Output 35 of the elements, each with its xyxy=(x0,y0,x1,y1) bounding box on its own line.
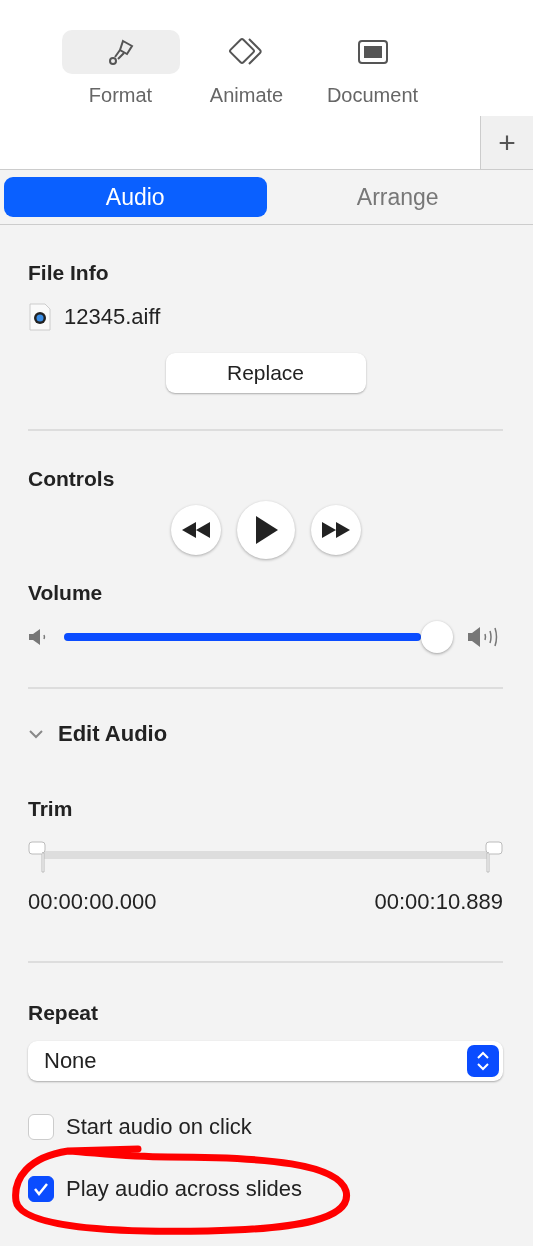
section-heading: Volume xyxy=(28,581,104,605)
section-heading: Controls xyxy=(28,467,116,491)
tab[interactable]: Arrange xyxy=(266,177,529,217)
tab[interactable]: Audio xyxy=(4,177,267,217)
trim-start-time: 00:00:00.000 xyxy=(28,889,157,915)
checkbox-label: Play audio across slides xyxy=(66,1176,302,1202)
checkbox[interactable] xyxy=(28,1176,54,1202)
volume-slider[interactable] xyxy=(64,621,453,653)
checkbox-label: Start audio on click xyxy=(66,1114,252,1140)
rewind-button[interactable] xyxy=(170,505,221,555)
trim-slider[interactable] xyxy=(28,841,503,873)
rewind-icon xyxy=(181,522,210,538)
repeat-dropdown[interactable]: None xyxy=(28,1041,503,1081)
section-heading: File Info xyxy=(28,261,110,285)
section-heading: Trim xyxy=(28,797,74,821)
add-button[interactable]: + xyxy=(480,116,533,169)
fast-forward-icon xyxy=(321,522,350,538)
file-name: 12345.aiff xyxy=(64,304,161,330)
play-icon xyxy=(253,516,278,544)
trim-start-handle[interactable] xyxy=(28,841,46,873)
checkmark-icon xyxy=(33,1182,49,1196)
toolbar-button[interactable]: Animate xyxy=(187,30,306,107)
slide-icon xyxy=(356,39,389,65)
slider-thumb[interactable] xyxy=(421,621,453,653)
replace-button[interactable]: Replace xyxy=(165,353,366,393)
toolbar-button[interactable]: Document xyxy=(313,30,432,107)
chevron-icon xyxy=(28,729,44,739)
trim-end-handle[interactable] xyxy=(485,841,503,873)
stepper-icon xyxy=(476,1050,490,1072)
audio-file-icon xyxy=(28,303,52,331)
edit-audio-disclosure[interactable]: Edit Audio xyxy=(28,721,168,747)
fast-forward-button[interactable] xyxy=(310,505,361,555)
section-heading: Repeat xyxy=(28,1001,100,1025)
play-button[interactable] xyxy=(236,501,295,559)
trim-end-time: 00:00:10.889 xyxy=(374,889,503,915)
